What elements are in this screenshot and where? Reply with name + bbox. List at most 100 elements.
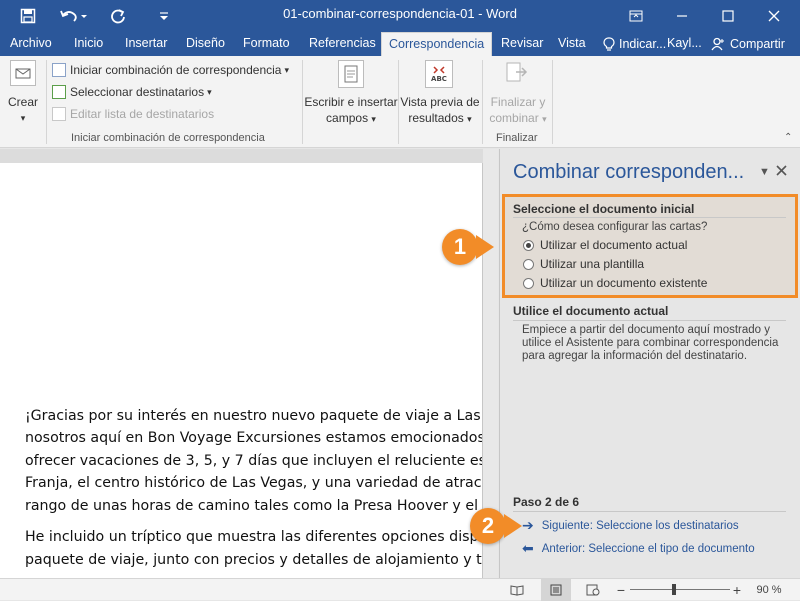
select-recipients-button[interactable]: Seleccionar destinatarios ▾	[52, 82, 212, 102]
zoom-in-icon[interactable]: +	[730, 579, 744, 601]
callout-pointer	[504, 514, 522, 538]
web-layout-icon[interactable]	[582, 579, 604, 601]
tab-referencias[interactable]: Referencias	[302, 32, 383, 56]
tab-vista[interactable]: Vista	[551, 32, 593, 56]
callout-badge-1: 1	[442, 229, 478, 265]
document-page[interactable]: ¡Gracias por su interés en nuestro nuevo…	[0, 163, 483, 578]
person-icon	[711, 37, 724, 51]
share-button[interactable]: Compartir	[704, 32, 792, 56]
finish-merge-icon	[502, 60, 532, 88]
next-step-link[interactable]: ➔ Siguiente: Seleccione los destinatario…	[522, 517, 739, 534]
section-divider	[513, 217, 786, 218]
edit-list-icon	[52, 107, 66, 121]
chevron-down-icon: ▾	[284, 64, 289, 75]
option-template[interactable]: Utilizar una plantilla	[523, 257, 644, 271]
section-description: Empiece a partir del documento aquí most…	[522, 324, 779, 362]
pane-title: Combinar corresponden...	[513, 161, 745, 183]
tab-revisar[interactable]: Revisar	[494, 32, 550, 56]
print-layout-icon[interactable]	[541, 579, 571, 601]
write-insert-label-1: Escribir e insertar	[304, 95, 398, 109]
radio-selected-icon[interactable]	[523, 239, 534, 251]
tab-insertar[interactable]: Insertar	[118, 32, 174, 56]
status-bar: − + 90 %	[0, 578, 800, 601]
finish-label-2: combinar	[489, 111, 539, 125]
customize-icon[interactable]	[154, 0, 174, 32]
tab-inicio[interactable]: Inicio	[67, 32, 110, 56]
document-line: nosotros aquí en Bon Voyage Excursiones …	[25, 430, 483, 446]
tab-formato[interactable]: Formato	[236, 32, 297, 56]
document-line: paquete de viaje, junto con precios y de…	[25, 552, 482, 568]
group-divider	[552, 60, 553, 144]
user-name[interactable]: Kayl...	[660, 32, 709, 56]
section-divider	[513, 511, 786, 512]
previous-step-link[interactable]: ⬅ Anterior: Seleccione el tipo de docume…	[522, 540, 755, 557]
minimize-icon[interactable]	[660, 0, 704, 32]
abc-preview-icon: ABC	[425, 60, 453, 88]
arrow-left-icon: ⬅	[522, 540, 534, 556]
write-insert-fields-button[interactable]: Escribir e insertar campos ▾	[304, 58, 398, 126]
section-title-start-doc: Seleccione el documento inicial	[513, 202, 695, 216]
finish-label-2-wrap: combinar ▾	[486, 110, 550, 127]
preview-results-button[interactable]: ABC Vista previa de resultados ▾	[400, 58, 480, 126]
zoom-slider-thumb[interactable]	[672, 584, 676, 595]
redo-icon[interactable]	[106, 0, 130, 32]
pane-options-icon[interactable]: ▼	[759, 166, 770, 178]
chevron-down-icon: ▾	[542, 114, 547, 124]
group-divider	[302, 60, 303, 144]
zoom-out-icon[interactable]: −	[614, 579, 628, 601]
ribbon-display-options-icon[interactable]	[614, 0, 658, 32]
preview-label-1: Vista previa de	[400, 95, 480, 109]
read-mode-icon[interactable]	[506, 579, 528, 601]
chevron-down-icon: ▾	[20, 113, 26, 123]
tab-correspondencia[interactable]: Correspondencia	[381, 32, 493, 57]
start-merge-icon	[52, 63, 66, 77]
collapse-ribbon-icon[interactable]: ⌃	[784, 132, 792, 143]
radio-icon[interactable]	[523, 258, 534, 270]
option-existing-document[interactable]: Utilizar un documento existente	[523, 276, 707, 290]
svg-text:ABC: ABC	[431, 75, 447, 83]
create-button[interactable]: Crear ▾	[4, 58, 42, 126]
start-merge-label: Iniciar combinación de correspondencia	[70, 63, 282, 77]
option-label: Utilizar un documento existente	[540, 276, 708, 290]
group-divider	[398, 60, 399, 144]
previous-step-label: Anterior: Seleccione el tipo de document…	[541, 542, 755, 555]
zoom-slider[interactable]	[630, 589, 730, 590]
document-line: He incluido un tríptico que muestra las …	[25, 529, 482, 545]
document-line: ofrecer vacaciones de 3, 5, y 7 días que…	[25, 453, 482, 469]
close-icon[interactable]	[752, 0, 796, 32]
pane-close-icon[interactable]	[776, 163, 787, 179]
radio-icon[interactable]	[523, 277, 534, 289]
document-fields-icon	[338, 60, 364, 88]
document-line: Franja, el centro histórico de Las Vegas…	[25, 475, 482, 491]
save-icon[interactable]	[14, 0, 42, 32]
edit-recipients-label: Editar lista de destinatarios	[70, 107, 215, 121]
zoom-level[interactable]: 90 %	[752, 579, 786, 601]
edit-recipients-button[interactable]: Editar lista de destinatarios	[52, 104, 214, 124]
preview-label-2-wrap: resultados ▾	[400, 110, 480, 127]
group-divider	[46, 60, 47, 144]
envelope-icon	[10, 60, 36, 86]
next-step-label: Siguiente: Seleccione los destinatarios	[541, 519, 739, 532]
mail-merge-pane: Combinar corresponden... ▼ Seleccione el…	[499, 149, 800, 578]
finish-label-1: Finalizar y	[490, 95, 546, 109]
section-title-use-current: Utilice el documento actual	[513, 304, 669, 318]
maximize-icon[interactable]	[706, 0, 750, 32]
write-insert-label-2: campos	[326, 111, 369, 125]
ribbon: Crear ▾ Iniciar combinación de correspon…	[0, 56, 800, 148]
tab-archivo[interactable]: Archivo	[3, 32, 59, 56]
undo-icon[interactable]	[56, 0, 90, 32]
setup-question: ¿Cómo desea configurar las cartas?	[522, 221, 708, 233]
callout-pointer	[476, 235, 494, 259]
recipients-icon	[52, 85, 66, 99]
option-label: Utilizar el documento actual	[540, 238, 688, 252]
document-area: ¡Gracias por su interés en nuestro nuevo…	[0, 149, 498, 578]
chevron-down-icon: ▾	[371, 114, 376, 124]
group-label-finish: Finalizar	[496, 132, 538, 144]
start-merge-button[interactable]: Iniciar combinación de correspondencia ▾	[52, 60, 289, 80]
option-current-document[interactable]: Utilizar el documento actual	[523, 238, 687, 252]
title-bar: 01-combinar-correspondencia-01 - Word	[0, 0, 800, 32]
write-insert-label-2-wrap: campos ▾	[304, 110, 398, 127]
preview-label-2: resultados	[408, 111, 464, 125]
tab-diseno[interactable]: Diseño	[179, 32, 232, 56]
finish-merge-button[interactable]: Finalizar y combinar ▾	[486, 58, 550, 126]
